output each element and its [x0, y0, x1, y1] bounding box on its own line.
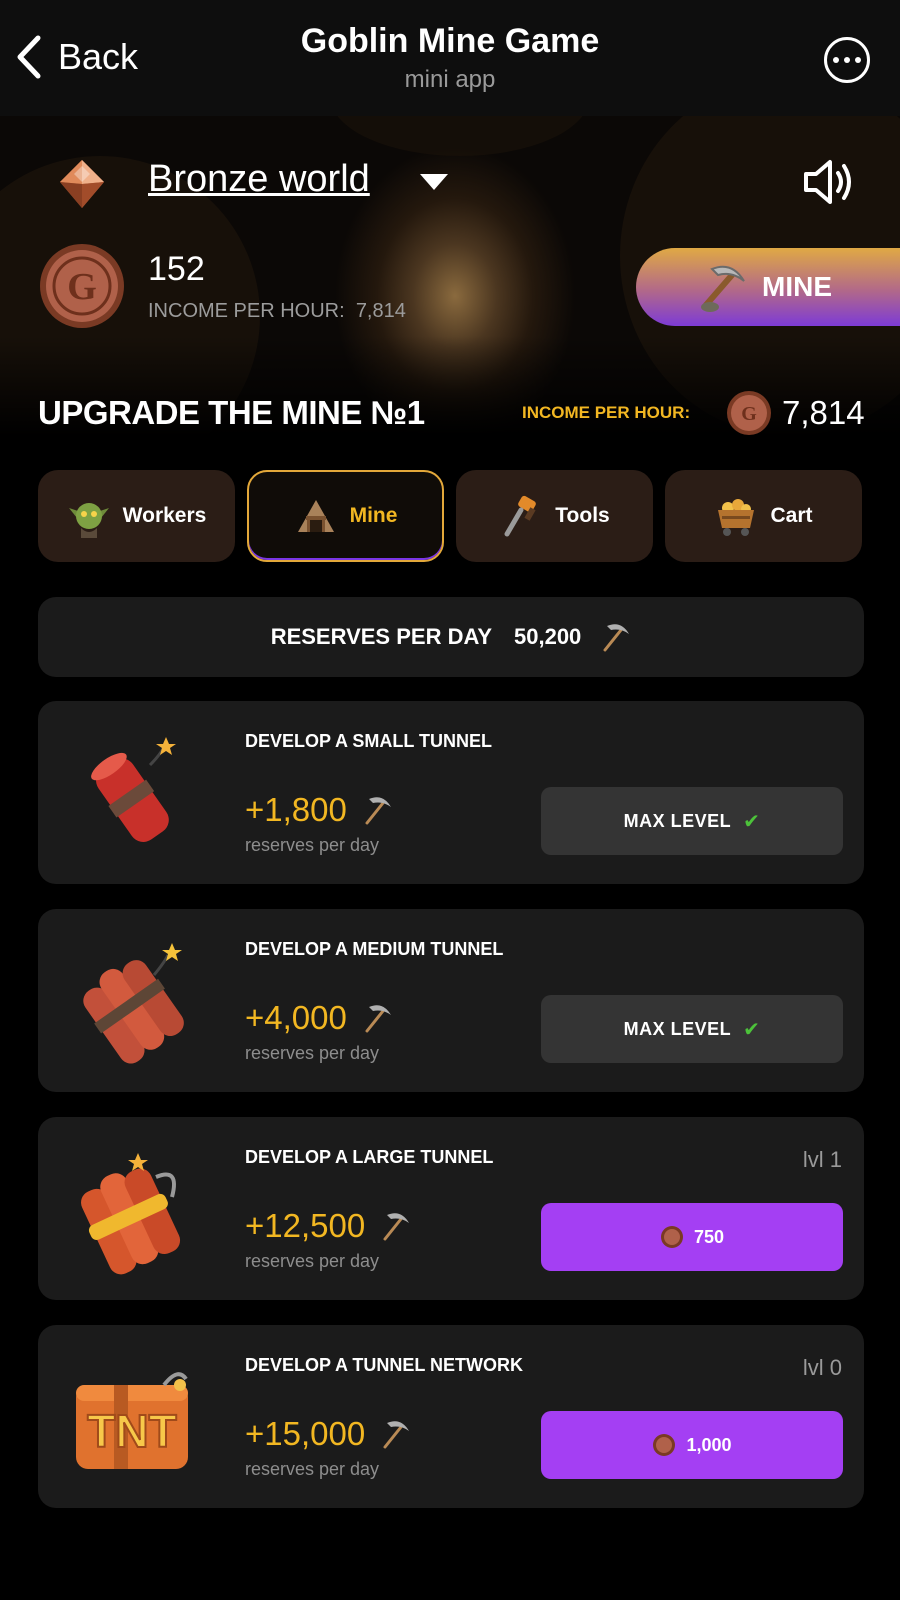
upgrade-card-tunnel-network: TNT DEVELOP A TUNNEL NETWORK lvl 0 +15,0…	[38, 1325, 864, 1508]
speaker-icon[interactable]	[800, 156, 856, 208]
top-bar: Back Goblin Mine Game mini app	[0, 0, 900, 116]
goblin-coin-icon	[660, 1226, 683, 1248]
goblin-coin-icon: G	[727, 391, 771, 435]
large-dynamite-icon	[81, 1153, 181, 1275]
app-subtitle: mini app	[404, 66, 496, 93]
card-amount: +15,000	[245, 1415, 411, 1453]
card-amount: +1,800	[245, 791, 393, 829]
pickaxe-icon	[383, 1213, 410, 1241]
mine-button[interactable]: MINE	[636, 248, 900, 326]
card-unit: reserves per day	[245, 835, 380, 855]
button-label: MAX LEVEL	[623, 1018, 732, 1039]
tab-cart[interactable]: Cart	[665, 470, 862, 562]
card-title: DEVELOP A MEDIUM TUNNEL	[245, 939, 504, 959]
card-unit: reserves per day	[245, 1251, 380, 1271]
upgrade-income-label: INCOME PER HOUR:	[522, 403, 691, 422]
card-unit: reserves per day	[245, 1459, 380, 1479]
tab-tools[interactable]: Tools	[456, 470, 653, 562]
pickaxe-icon	[365, 797, 391, 825]
button-price: 1,000	[686, 1434, 732, 1455]
upgrade-title: UPGRADE THE MINE №1	[38, 394, 425, 431]
dynamite-bundle-icon	[83, 943, 184, 1064]
mine-button-label: MINE	[762, 271, 832, 302]
upgrade-card-small-tunnel: DEVELOP A SMALL TUNNEL +1,800 reserves p…	[38, 701, 864, 884]
dot-icon	[855, 57, 861, 63]
income-value: 7,814	[355, 300, 406, 322]
reserves-value: 50,200	[514, 624, 582, 649]
pickaxe-icon	[365, 1005, 391, 1033]
upgrade-income-value: 7,814	[782, 394, 865, 431]
svg-text:TNT: TNT	[87, 1405, 176, 1457]
button-price: 750	[693, 1226, 725, 1247]
card-amount: +12,500	[245, 1207, 411, 1245]
goblin-coin-icon: G	[40, 244, 124, 328]
app-title: Goblin Mine Game	[300, 22, 600, 60]
svg-text:G: G	[67, 266, 97, 308]
drill-icon	[504, 495, 537, 537]
pickaxe-icon	[603, 624, 630, 652]
tab-label: Workers	[122, 504, 207, 527]
tab-label: Mine	[349, 504, 398, 527]
income-per-hour-small: INCOME PER HOUR: 7,814	[148, 300, 406, 323]
mine-cart-icon	[718, 499, 755, 536]
world-selector[interactable]: Bronze world	[148, 158, 370, 201]
check-icon: ✔	[743, 1018, 761, 1041]
tnt-box-icon: TNT	[76, 1372, 188, 1469]
balance-amount: 152	[148, 250, 205, 288]
upgrade-buy-button[interactable]: 1,000	[541, 1411, 843, 1479]
dot-icon	[833, 57, 839, 63]
tab-label: Cart	[770, 504, 813, 527]
card-title: DEVELOP A TUNNEL NETWORK	[245, 1355, 524, 1375]
card-amount-value: +15,000	[245, 1415, 366, 1452]
button-label: MAX LEVEL	[623, 810, 732, 831]
card-amount-value: +1,800	[245, 791, 347, 828]
reserves-per-day-bar: RESERVES PER DAY 50,200	[38, 597, 864, 677]
bronze-gem-icon	[60, 160, 104, 208]
small-dynamite-icon	[91, 737, 176, 842]
card-level: lvl 1	[802, 1147, 842, 1172]
card-amount-value: +4,000	[245, 999, 347, 1036]
card-title: DEVELOP A LARGE TUNNEL	[245, 1147, 494, 1167]
mine-icon	[297, 500, 334, 532]
upgrade-card-medium-tunnel: DEVELOP A MEDIUM TUNNEL +4,000 reserves …	[38, 909, 864, 1092]
goblin-coin-icon	[653, 1434, 676, 1456]
more-options-button[interactable]	[824, 37, 870, 83]
tab-mine[interactable]: Mine	[247, 470, 444, 562]
income-label: INCOME PER HOUR:	[148, 300, 345, 322]
svg-text:G: G	[741, 403, 757, 425]
card-amount: +4,000	[245, 999, 393, 1037]
reserves-label: RESERVES PER DAY	[270, 624, 492, 649]
tab-label: Tools	[555, 504, 610, 527]
caret-down-icon[interactable]	[420, 174, 448, 190]
pickaxe-icon	[383, 1421, 410, 1449]
card-level: lvl 0	[802, 1355, 842, 1380]
card-unit: reserves per day	[245, 1043, 380, 1063]
pickaxe-icon	[701, 265, 745, 312]
dot-icon	[844, 57, 850, 63]
check-icon: ✔	[743, 810, 761, 833]
upgrade-card-large-tunnel: DEVELOP A LARGE TUNNEL lvl 1 +12,500 res…	[38, 1117, 864, 1300]
card-amount-value: +12,500	[245, 1207, 366, 1244]
goblin-icon	[68, 503, 109, 538]
max-level-button[interactable]: MAX LEVEL ✔	[541, 787, 843, 855]
max-level-button[interactable]: MAX LEVEL ✔	[541, 995, 843, 1063]
tab-workers[interactable]: Workers	[38, 470, 235, 562]
card-title: DEVELOP A SMALL TUNNEL	[245, 731, 493, 751]
upgrade-buy-button[interactable]: 750	[541, 1203, 843, 1271]
